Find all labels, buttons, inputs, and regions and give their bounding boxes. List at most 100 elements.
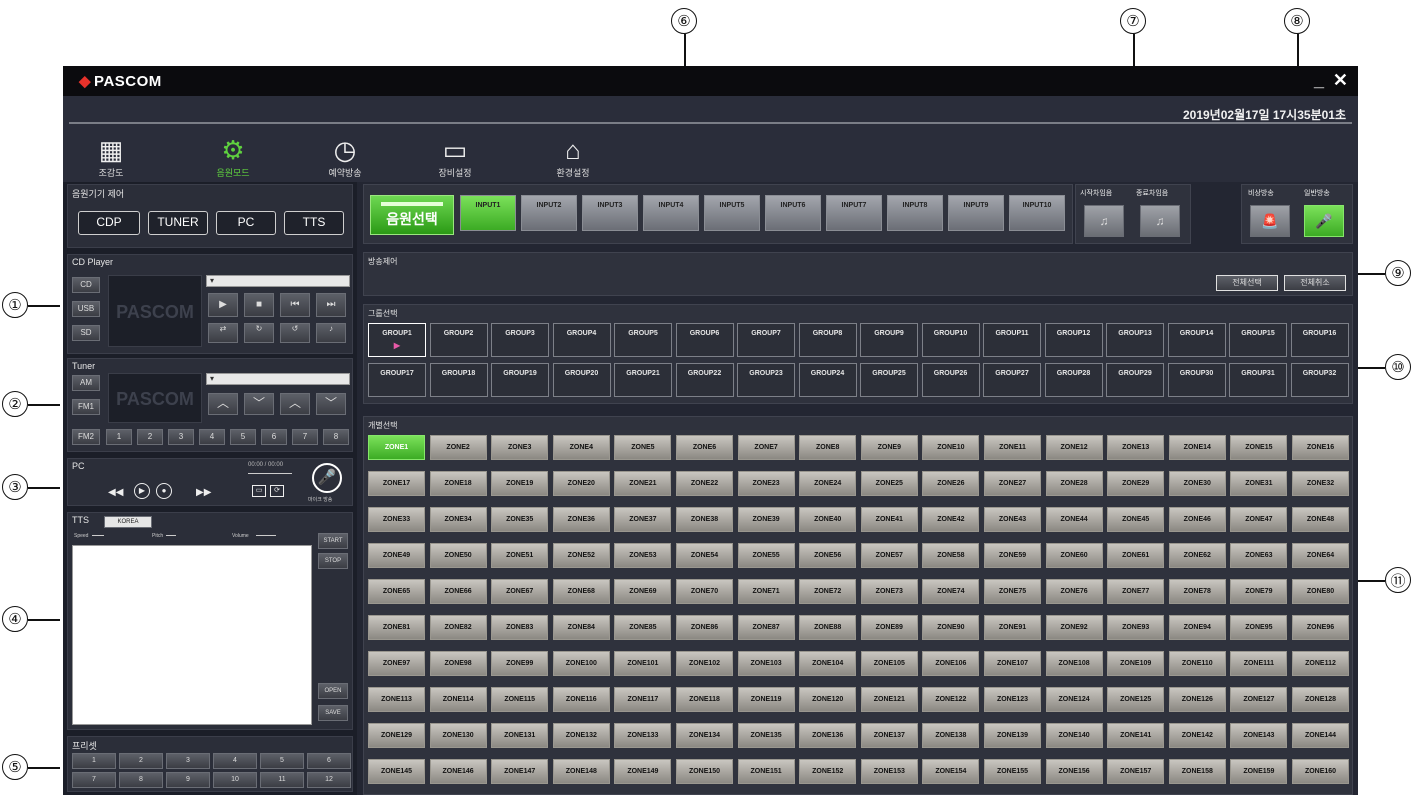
group-button[interactable]: GROUP30 [1167, 363, 1226, 397]
zone-button[interactable]: ZONE134 [676, 723, 733, 748]
zone-button[interactable]: ZONE84 [552, 615, 610, 640]
zone-button[interactable]: ZONE120 [799, 687, 857, 712]
cd-source-button[interactable]: CD [72, 277, 100, 293]
zone-button[interactable]: ZONE157 [1107, 759, 1165, 784]
zone-button[interactable]: ZONE68 [552, 579, 610, 604]
zone-button[interactable]: ZONE35 [491, 507, 549, 532]
nav-item-device-settings[interactable]: ▭ 장비설정 [415, 136, 495, 179]
zone-button[interactable]: ZONE18 [429, 471, 487, 496]
zone-button[interactable]: ZONE99 [491, 651, 549, 676]
zone-button[interactable]: ZONE24 [799, 471, 857, 496]
zone-button[interactable]: ZONE56 [799, 543, 857, 568]
cdp-button[interactable]: CDP [78, 211, 140, 235]
pc-settings-icon[interactable]: ⟳ [270, 485, 284, 497]
zone-button[interactable]: ZONE12 [1045, 435, 1103, 460]
group-button[interactable]: GROUP16 [1290, 323, 1349, 357]
zone-button[interactable]: ZONE147 [491, 759, 549, 784]
preset-button[interactable]: 12 [307, 772, 351, 788]
group-button[interactable]: GROUP8 [798, 323, 857, 357]
tts-speed-slider[interactable] [92, 535, 104, 536]
zone-button[interactable]: ZONE146 [429, 759, 487, 784]
end-chime-icon[interactable]: ♫ [1140, 205, 1180, 237]
zone-button[interactable]: ZONE127 [1230, 687, 1288, 712]
zone-button[interactable]: ZONE34 [429, 507, 487, 532]
tts-button[interactable]: TTS [284, 211, 344, 235]
nav-item-source-mode[interactable]: ⚙ 음원모드 [193, 136, 273, 179]
group-button[interactable]: GROUP14 [1167, 323, 1226, 357]
tuner-preset-button[interactable]: 7 [292, 429, 318, 445]
group-button[interactable]: GROUP26 [921, 363, 980, 397]
input-button[interactable]: INPUT4 [643, 195, 699, 231]
zone-button[interactable]: ZONE58 [922, 543, 980, 568]
input-button[interactable]: INPUT2 [521, 195, 577, 231]
fast-forward-icon[interactable]: ▶▶ [196, 487, 211, 498]
group-button[interactable]: GROUP13 [1106, 323, 1164, 357]
zone-button[interactable]: ZONE133 [614, 723, 672, 748]
preset-button[interactable]: 5 [260, 753, 304, 769]
preset-button[interactable]: 6 [307, 753, 351, 769]
zone-button[interactable]: ZONE3 [491, 435, 549, 460]
zone-button[interactable]: ZONE117 [614, 687, 672, 712]
tuner-preset-button[interactable]: 8 [323, 429, 349, 445]
zone-button[interactable]: ZONE93 [1107, 615, 1165, 640]
zone-button[interactable]: ZONE119 [737, 687, 795, 712]
zone-button[interactable]: ZONE81 [368, 615, 425, 640]
input-button[interactable]: INPUT3 [582, 195, 638, 231]
group-button[interactable]: GROUP24 [798, 363, 857, 397]
zone-button[interactable]: ZONE142 [1168, 723, 1226, 748]
zone-button[interactable]: ZONE116 [552, 687, 610, 712]
group-button[interactable]: GROUP20 [552, 363, 611, 397]
group-button[interactable]: GROUP15 [1229, 323, 1287, 357]
input-button[interactable]: INPUT7 [826, 195, 882, 231]
zone-button[interactable]: ZONE54 [676, 543, 733, 568]
preset-button[interactable]: 4 [213, 753, 257, 769]
pc-list-icon[interactable]: ▭ [252, 485, 266, 497]
prev-button[interactable]: ⏮ [280, 293, 310, 317]
deselect-all-button[interactable]: 전체취소 [1284, 275, 1346, 291]
zone-button[interactable]: ZONE43 [984, 507, 1041, 532]
input-button[interactable]: INPUT10 [1009, 195, 1065, 231]
zone-button[interactable]: ZONE53 [614, 543, 672, 568]
tts-stop-button[interactable]: STOP [318, 553, 348, 569]
next-button[interactable]: ⏭ [316, 293, 346, 317]
zone-button[interactable]: ZONE61 [1107, 543, 1165, 568]
preset-button[interactable]: 9 [166, 772, 210, 788]
zone-button[interactable]: ZONE40 [799, 507, 857, 532]
group-button[interactable]: GROUP6 [675, 323, 734, 357]
group-button[interactable]: GROUP3 [491, 323, 549, 357]
zone-button[interactable]: ZONE21 [614, 471, 672, 496]
zone-button[interactable]: ZONE78 [1168, 579, 1226, 604]
preset-button[interactable]: 1 [72, 753, 116, 769]
zone-button[interactable]: ZONE63 [1230, 543, 1288, 568]
zone-button[interactable]: ZONE38 [676, 507, 733, 532]
zone-button[interactable]: ZONE20 [552, 471, 610, 496]
zone-button[interactable]: ZONE33 [368, 507, 425, 532]
zone-button[interactable]: ZONE132 [552, 723, 610, 748]
tune-down-icon[interactable]: ﹀ [244, 393, 274, 415]
group-button[interactable]: GROUP7 [737, 323, 795, 357]
zone-button[interactable]: ZONE11 [984, 435, 1041, 460]
zone-button[interactable]: ZONE7 [737, 435, 795, 460]
shuffle-icon[interactable]: ♪ [316, 323, 346, 343]
zone-button[interactable]: ZONE100 [552, 651, 610, 676]
zone-button[interactable]: ZONE22 [676, 471, 733, 496]
group-button[interactable]: GROUP27 [983, 363, 1041, 397]
zone-button[interactable]: ZONE75 [984, 579, 1041, 604]
tuner-preset-button[interactable]: 1 [106, 429, 132, 445]
zone-button[interactable]: ZONE76 [1045, 579, 1103, 604]
repeat-all-icon[interactable]: ↺ [280, 323, 310, 343]
tts-text-area[interactable] [72, 545, 312, 725]
tts-save-button[interactable]: SAVE [318, 705, 348, 721]
zone-button[interactable]: ZONE141 [1107, 723, 1165, 748]
group-button[interactable]: GROUP4 [552, 323, 611, 357]
zone-button[interactable]: ZONE6 [676, 435, 733, 460]
tts-start-button[interactable]: START [318, 533, 348, 549]
zone-button[interactable]: ZONE51 [491, 543, 549, 568]
zone-button[interactable]: ZONE27 [984, 471, 1041, 496]
zone-button[interactable]: ZONE160 [1292, 759, 1349, 784]
zone-button[interactable]: ZONE96 [1292, 615, 1349, 640]
tuner-preset-button[interactable]: 4 [199, 429, 225, 445]
zone-button[interactable]: ZONE113 [368, 687, 425, 712]
group-button[interactable]: GROUP19 [491, 363, 549, 397]
zone-button[interactable]: ZONE158 [1168, 759, 1226, 784]
